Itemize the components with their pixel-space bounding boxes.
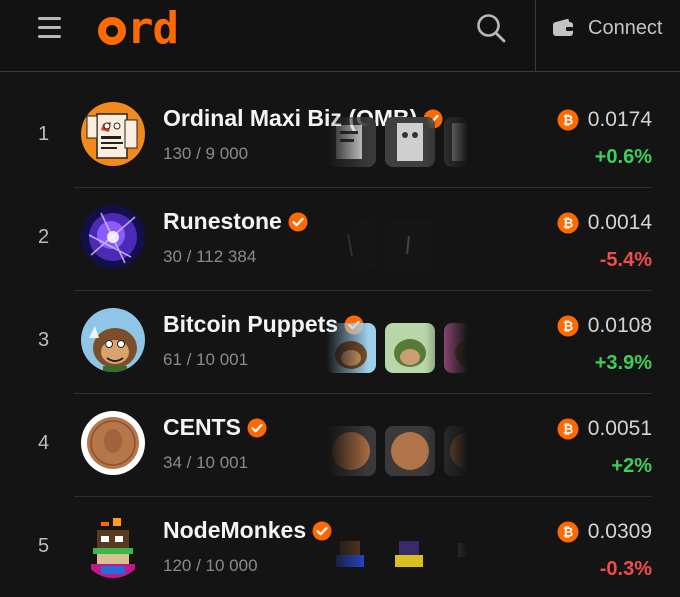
collection-avatar[interactable] — [81, 205, 145, 269]
preview-thumbnails[interactable] — [326, 220, 468, 270]
thumbnail — [385, 117, 435, 167]
thumbnail — [385, 426, 435, 476]
collection-row[interactable]: 2 Runestone 30 / 112 384 ₿ 0.0014 -5.4% — [0, 188, 680, 291]
collection-row[interactable]: 5 NodeMonkes 120 / 10 000 ₿ 0.0309 -0.3% — [0, 497, 680, 597]
price-change: -5.4% — [599, 249, 652, 271]
collection-row[interactable]: 3 Bitcoin Puppets 61 / 10 001 ₿ 0.0108 +… — [0, 291, 680, 394]
preview-thumbnails[interactable] — [326, 529, 468, 579]
logo-circle-icon — [98, 17, 126, 45]
bitcoin-icon: ₿ — [557, 315, 579, 337]
thumbnail — [385, 529, 435, 579]
rank-number: 3 — [38, 329, 50, 351]
thumbnail — [444, 220, 468, 270]
bitcoin-icon: ₿ — [557, 418, 579, 440]
floor-price: 0.0051 — [587, 417, 652, 440]
floor-price: 0.0014 — [587, 211, 652, 234]
price-change: +0.6% — [594, 146, 652, 168]
preview-thumbnails[interactable] — [326, 323, 468, 373]
collection-name: CENTS — [163, 414, 241, 440]
thumbnail — [385, 323, 435, 373]
collection-avatar[interactable] — [81, 308, 145, 372]
verified-badge-icon — [247, 418, 267, 437]
svg-text:₿: ₿ — [562, 320, 573, 335]
floor-price: 0.0174 — [587, 108, 652, 131]
collection-avatar[interactable] — [81, 102, 145, 166]
connect-button[interactable]: Connect — [552, 10, 663, 46]
supply-count: 120 / 10 000 — [163, 556, 258, 575]
thumbnail — [326, 323, 376, 373]
collection-name: Bitcoin Puppets — [163, 311, 339, 337]
thumbnail — [326, 117, 376, 167]
rank-number: 4 — [38, 432, 50, 454]
thumbnail — [326, 220, 376, 270]
price-change: +2% — [611, 455, 652, 477]
collection-list: 1 Ordinal Maxi Biz (OMB) 130 / 9 000 ₿ 0… — [0, 85, 680, 597]
thumbnail — [326, 529, 376, 579]
supply-count: 130 / 9 000 — [163, 144, 249, 163]
supply-count: 34 / 10 001 — [163, 453, 249, 472]
collection-name: NodeMonkes — [163, 517, 307, 543]
supply-count: 30 / 112 384 — [163, 247, 257, 266]
rank-number: 5 — [38, 535, 50, 557]
collection-name: Runestone — [163, 208, 282, 234]
preview-thumbnails[interactable] — [326, 426, 468, 476]
logo-text: rd — [127, 3, 179, 54]
svg-text:₿: ₿ — [562, 217, 573, 232]
thumbnail — [444, 529, 468, 579]
thumbnail — [444, 117, 468, 167]
thumbnail — [385, 220, 435, 270]
header-divider — [535, 0, 536, 72]
rank-number: 2 — [38, 226, 50, 248]
price-change: +3.9% — [594, 352, 652, 374]
floor-price: 0.0108 — [587, 314, 652, 337]
preview-thumbnails[interactable] — [326, 117, 468, 167]
connect-label: Connect — [588, 16, 663, 39]
bitcoin-icon: ₿ — [557, 212, 579, 234]
supply-count: 61 / 10 001 — [163, 350, 249, 369]
collection-row[interactable]: 1 Ordinal Maxi Biz (OMB) 130 / 9 000 ₿ 0… — [0, 85, 680, 188]
bitcoin-icon: ₿ — [557, 521, 579, 543]
thumbnail — [444, 323, 468, 373]
search-icon[interactable] — [476, 13, 506, 43]
verified-badge-icon — [288, 212, 308, 231]
thumbnail — [444, 426, 468, 476]
collection-avatar[interactable] — [81, 514, 145, 578]
svg-text:₿: ₿ — [562, 526, 573, 541]
floor-price: 0.0309 — [587, 520, 652, 543]
wallet-icon — [553, 18, 573, 36]
collection-row[interactable]: 4 CENTS 34 / 10 001 ₿ 0.0051 +2% — [0, 394, 680, 497]
hamburger-menu-icon[interactable] — [38, 17, 61, 39]
bitcoin-icon: ₿ — [557, 109, 579, 131]
collection-avatar[interactable] — [81, 411, 145, 475]
price-change: -0.3% — [599, 558, 652, 580]
top-bar: rd Connect — [0, 0, 680, 72]
rank-number: 1 — [38, 123, 50, 145]
svg-text:₿: ₿ — [562, 114, 573, 129]
ord-logo[interactable]: rd — [98, 3, 179, 55]
svg-text:₿: ₿ — [562, 423, 573, 438]
thumbnail — [326, 426, 376, 476]
